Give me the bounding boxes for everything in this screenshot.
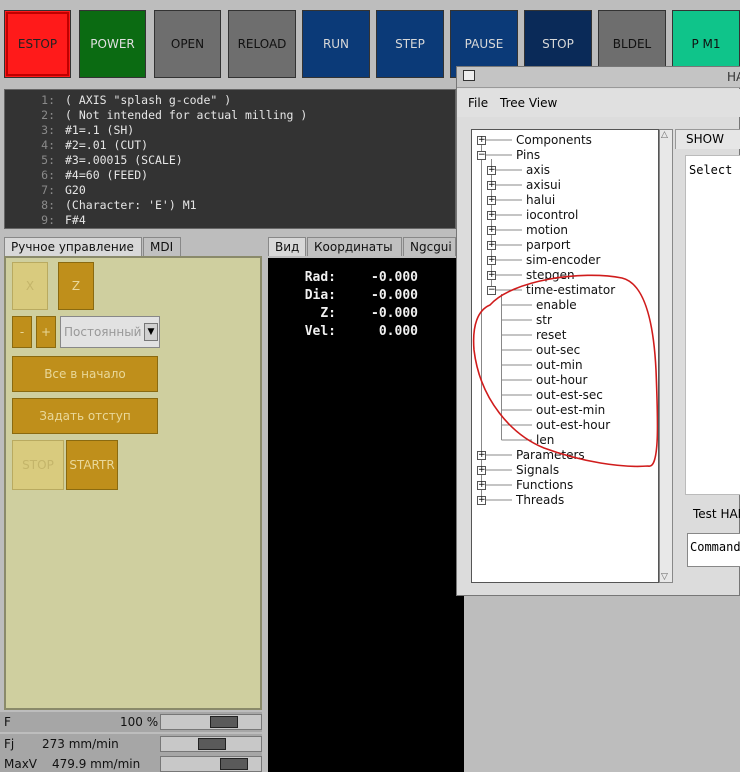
tab-coordinates[interactable]: Координаты [307, 237, 402, 256]
preview-canvas[interactable]: Rad: -0.000 Dia: -0.000 Z: -0.000 Vel: 0.000 [268, 258, 464, 772]
jog-speed-label: Fj [4, 737, 15, 751]
gcode-line-number: 9: [41, 213, 55, 227]
dro-value: -0.000 [371, 306, 418, 321]
axis-z-button[interactable]: Z [58, 262, 94, 310]
gcode-line-text: ( AXIS "splash g-code" ) [65, 93, 232, 107]
dro-label: Rad: [304, 270, 336, 285]
gcode-line-number: 4: [41, 138, 55, 152]
chevron-down-icon[interactable]: ▼ [144, 323, 158, 341]
tab-manual-control[interactable]: Ручное управление [4, 237, 142, 256]
feed-override-thumb[interactable] [210, 716, 238, 728]
manual-control-panel: X Z - + Постоянный ▼ Все в начало Задать… [4, 256, 262, 710]
gcode-line[interactable]: 2: ( Not intended for actual milling ) [5, 108, 307, 123]
scroll-up-icon[interactable]: △ [661, 130, 668, 140]
hal-tree[interactable]: + Components − Pins + axis + axisui + halui + iocon… [471, 129, 659, 583]
gcode-line-number: 7: [41, 183, 55, 197]
gcode-line-text: (Character: 'E') M1 [65, 198, 197, 212]
window-menu-icon[interactable] [463, 70, 475, 81]
feed-override-slider[interactable] [160, 714, 262, 730]
gcode-line[interactable]: 7: G20 [5, 183, 86, 198]
gcode-line[interactable]: 6: #4=60 (FEED) [5, 168, 148, 183]
commands-input[interactable]: Commands [687, 533, 740, 567]
hal-window-title: HA [727, 70, 740, 84]
dro-value: -0.000 [371, 288, 418, 303]
gcode-line[interactable]: 8: (Character: 'E') M1 [5, 198, 197, 213]
tab-show-label: SHOW [686, 132, 724, 146]
gcode-line-text: F#4 [65, 213, 86, 227]
feed-override-row: F 100 % [0, 712, 262, 732]
hal-show-window: HA File Tree View +Components−Pins+axis+… [456, 66, 740, 596]
toolbar-button-power[interactable]: POWER [79, 10, 146, 78]
start-button[interactable]: STARTR [66, 440, 118, 490]
gcode-line[interactable]: 4: #2=.01 (CUT) [5, 138, 148, 153]
max-velocity-value: 479.9 mm/min [52, 757, 141, 771]
gcode-line-number: 8: [41, 198, 55, 212]
gcode-line-text: #2=.01 (CUT) [65, 138, 149, 152]
jog-speed-thumb[interactable] [198, 738, 226, 750]
hal-title-bar[interactable]: HA [457, 67, 740, 88]
commands-placeholder: Commands [690, 540, 740, 554]
gcode-line-number: 6: [41, 168, 55, 182]
toolbar-button-estop[interactable]: ESTOP [4, 10, 71, 78]
gcode-line-number: 2: [41, 108, 55, 122]
dro-value: 0.000 [378, 324, 418, 339]
dro-label: Z: [320, 306, 336, 321]
test-hal-label: Test HAI [693, 507, 740, 521]
hal-menubar: File Tree View [457, 89, 740, 117]
toolbar-button-open[interactable]: OPEN [154, 10, 221, 78]
toolbar-button-run[interactable]: RUN [302, 10, 370, 78]
tab-mdi[interactable]: MDI [143, 237, 181, 256]
home-all-button[interactable]: Все в начало [12, 356, 158, 392]
select-hint: Select a [689, 163, 740, 177]
tab-show[interactable]: SHOW [675, 129, 740, 149]
gcode-line-text: #1=.1 (SH) [65, 123, 135, 137]
dro-label: Vel: [304, 324, 336, 339]
menu-tree-view[interactable]: Tree View [500, 96, 557, 110]
show-output-area[interactable]: Select a [685, 155, 740, 495]
gcode-line-text: ( Not intended for actual milling ) [65, 108, 308, 122]
axis-x-button[interactable]: X [12, 262, 48, 310]
gcode-line[interactable]: 1: ( AXIS "splash g-code" ) [5, 93, 231, 108]
gcode-line-text: G20 [65, 183, 86, 197]
max-velocity-label: MaxV [4, 757, 38, 771]
dro-value: -0.000 [371, 270, 418, 285]
tab-ngcgui[interactable]: Ngcgui [403, 237, 456, 256]
jog-mode-value: Постоянный [64, 325, 142, 339]
gcode-listing[interactable]: 1: ( AXIS "splash g-code" ) 2: ( Not intend… [4, 89, 456, 229]
gcode-line[interactable]: 9: F#4 [5, 213, 86, 228]
toolbar-button-reload[interactable]: RELOAD [228, 10, 296, 78]
gcode-line[interactable]: 5: #3=.00015 (SCALE) [5, 153, 183, 168]
jog-speed-slider[interactable] [160, 736, 262, 752]
gcode-line-number: 5: [41, 153, 55, 167]
jog-minus-button[interactable]: - [12, 316, 32, 348]
scroll-down-icon[interactable]: ▽ [661, 572, 668, 582]
toolbar-button-step[interactable]: STEP [376, 10, 444, 78]
tab-view[interactable]: Вид [268, 237, 306, 256]
jog-speed-value: 273 mm/min [42, 737, 119, 751]
annotation-circle [472, 274, 658, 468]
gcode-line-text: #4=60 (FEED) [65, 168, 149, 182]
jog-plus-button[interactable]: + [36, 316, 56, 348]
max-velocity-slider[interactable] [160, 756, 262, 772]
gcode-line-number: 3: [41, 123, 55, 137]
gcode-line-text: #3=.00015 (SCALE) [65, 153, 183, 167]
jog-speed-row: Fj 273 mm/min [0, 734, 262, 754]
touch-off-button[interactable]: Задать отступ [12, 398, 158, 434]
max-velocity-row: MaxV 479.9 mm/min [0, 754, 262, 772]
dro-label: Dia: [304, 288, 336, 303]
stop-button[interactable]: STOP [12, 440, 64, 490]
gcode-line[interactable]: 3: #1=.1 (SH) [5, 123, 134, 138]
gcode-line-number: 1: [41, 93, 55, 107]
tree-scrollbar[interactable]: △ ▽ [659, 129, 673, 583]
feed-override-value: 100 % [120, 715, 159, 729]
max-velocity-thumb[interactable] [220, 758, 248, 770]
menu-file[interactable]: File [468, 96, 488, 110]
feed-override-label: F [4, 715, 11, 729]
jog-mode-select[interactable]: Постоянный ▼ [60, 316, 160, 348]
